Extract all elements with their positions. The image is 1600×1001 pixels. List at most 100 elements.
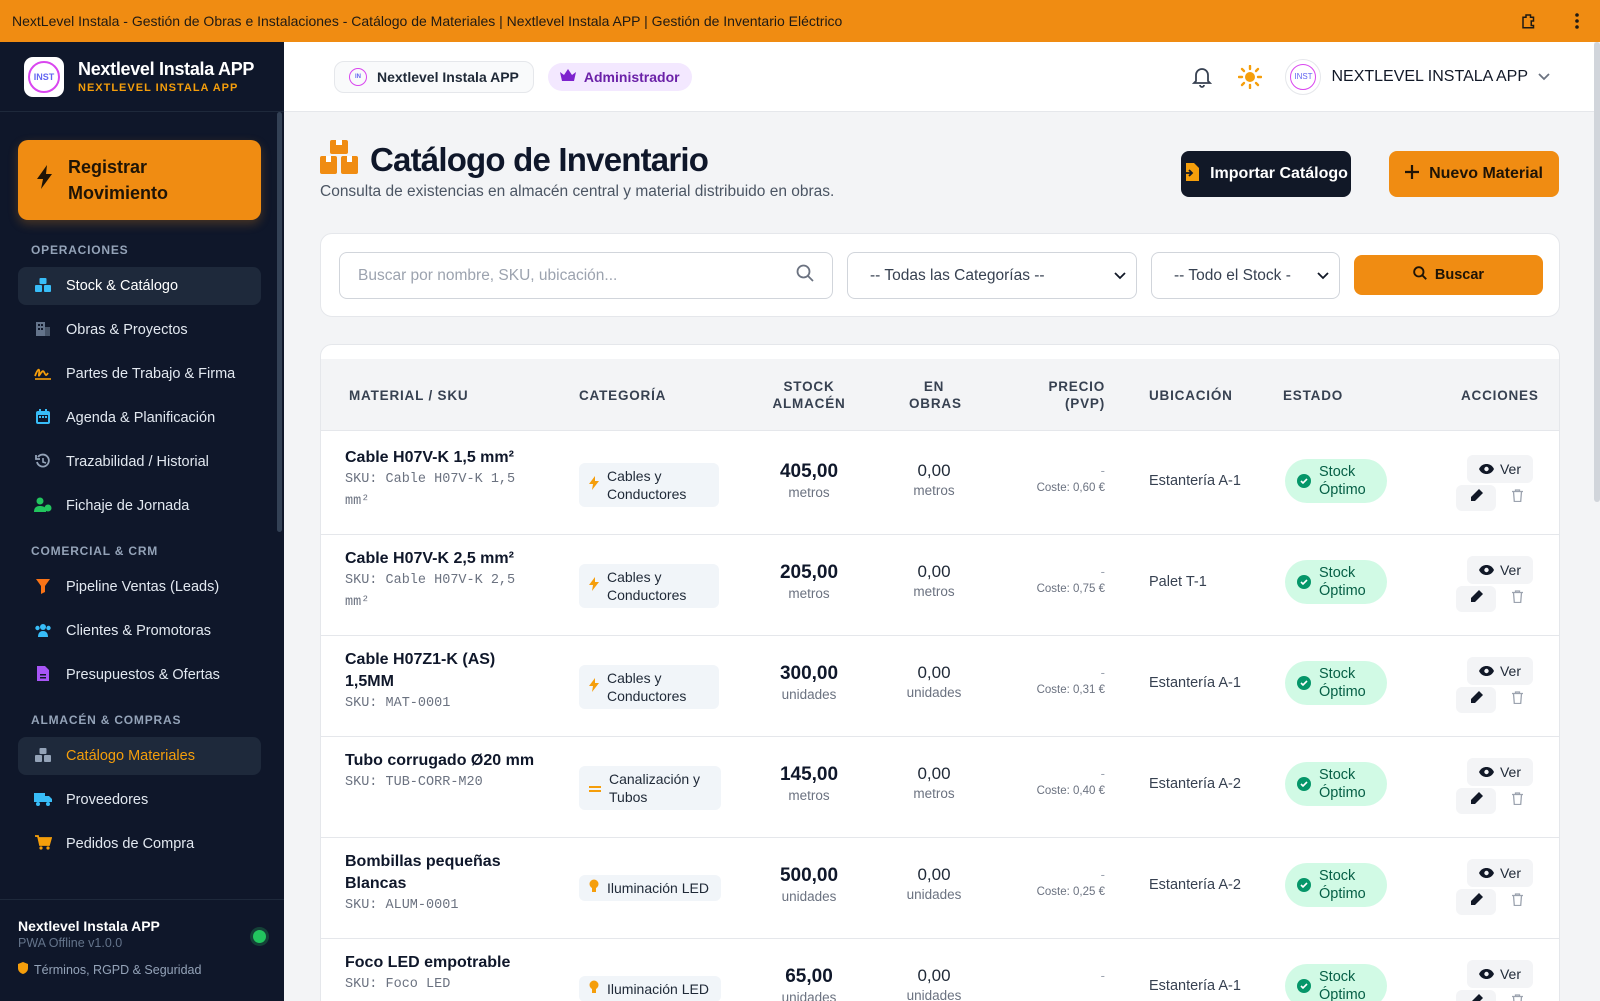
view-button[interactable]: Ver bbox=[1466, 556, 1533, 584]
sidebar-item-obras[interactable]: Obras & Proyectos bbox=[18, 311, 261, 349]
status-badge: Stock Óptimo bbox=[1285, 459, 1387, 503]
col-status[interactable]: ESTADO bbox=[1283, 387, 1343, 404]
eye-icon bbox=[1478, 663, 1494, 679]
sidebar-item-label: Presupuestos & Ofertas bbox=[66, 667, 220, 683]
footer-app-name: Nextlevel Instala APP bbox=[18, 918, 160, 934]
search-field[interactable] bbox=[339, 252, 833, 299]
status-badge: Stock Óptimo bbox=[1285, 964, 1387, 1001]
edit-button[interactable] bbox=[1456, 788, 1496, 814]
sidebar-item-partes[interactable]: Partes de Trabajo & Firma bbox=[18, 355, 261, 393]
sidebar-scrollbar[interactable] bbox=[277, 112, 282, 532]
material-name[interactable]: Cable H07V-K 2,5 mm² bbox=[345, 548, 535, 570]
price-value: - bbox=[1100, 665, 1105, 680]
delete-button[interactable] bbox=[1507, 487, 1527, 509]
col-actions: ACCIONES bbox=[1461, 388, 1539, 403]
status-badge: Stock Óptimo bbox=[1285, 661, 1387, 705]
category-label: Cables y Conductores bbox=[607, 569, 687, 603]
delete-button[interactable] bbox=[1507, 588, 1527, 610]
register-movement-button[interactable]: Registrar Movimiento bbox=[18, 140, 261, 220]
material-sku: SKU: ALUM-0001 bbox=[345, 898, 459, 913]
sidebar-item-label: Fichaje de Jornada bbox=[66, 498, 190, 514]
location-value: Estantería A-1 bbox=[1149, 978, 1241, 994]
col-category[interactable]: CATEGORÍA bbox=[579, 387, 666, 404]
sidebar-item-catalogo[interactable]: Catálogo Materiales bbox=[18, 737, 261, 775]
user-menu[interactable]: INST NEXTLEVEL INSTALA APP bbox=[1285, 58, 1550, 95]
obras-value: 0,00 bbox=[917, 663, 951, 682]
stock-unit: unidades bbox=[781, 687, 837, 702]
table-row[interactable]: Cable H07V-K 1,5 mm² SKU: Cable H07V-K 1,… bbox=[321, 431, 1559, 535]
delete-button[interactable] bbox=[1507, 790, 1527, 812]
sidebar-item-stock[interactable]: Stock & Catálogo bbox=[18, 267, 261, 305]
page-scrollbar[interactable] bbox=[1594, 42, 1600, 502]
price-value: - bbox=[1100, 968, 1105, 983]
material-name[interactable]: Foco LED empotrable bbox=[345, 952, 535, 974]
view-button[interactable]: Ver bbox=[1466, 657, 1533, 685]
stock-select[interactable]: -- Todo el Stock - bbox=[1151, 252, 1340, 299]
table-row[interactable]: Cable H07Z1-K (AS) 1,5MM SKU: MAT-0001 Cab… bbox=[321, 633, 1559, 737]
delete-button[interactable] bbox=[1507, 992, 1527, 1001]
col-material[interactable]: MATERIAL / SKU bbox=[349, 387, 468, 404]
material-name[interactable]: Cable H07V-K 1,5 mm² bbox=[345, 447, 535, 469]
sidebar-footer: Nextlevel Instala APP PWA Offline v1.0.0… bbox=[0, 899, 284, 1001]
history-icon bbox=[34, 453, 52, 472]
sidebar-item-trazabilidad[interactable]: Trazabilidad / Historial bbox=[18, 443, 261, 481]
more-options-icon[interactable] bbox=[1566, 10, 1588, 32]
category-label: Canalización y Tubos bbox=[609, 771, 701, 805]
search-input[interactable] bbox=[358, 266, 778, 285]
sun-icon[interactable] bbox=[1237, 64, 1263, 90]
import-catalog-button[interactable]: Importar Catálogo bbox=[1181, 151, 1351, 197]
stock-unit: unidades bbox=[781, 889, 837, 904]
sidebar-item-clientes[interactable]: Clientes & Promotoras bbox=[18, 612, 261, 650]
app-chip-label: Nextlevel Instala APP bbox=[377, 68, 519, 85]
view-button[interactable]: Ver bbox=[1466, 859, 1533, 887]
material-name[interactable]: Cable H07Z1-K (AS) 1,5MM bbox=[345, 649, 535, 693]
shield-icon bbox=[18, 962, 28, 977]
table-row[interactable]: Tubo corrugado Ø20 mm SKU: TUB-CORR-M20 Ca… bbox=[321, 734, 1559, 838]
eye-icon bbox=[1478, 461, 1494, 477]
sidebar-item-fichaje[interactable]: Fichaje de Jornada bbox=[18, 487, 261, 525]
extensions-icon[interactable] bbox=[1518, 10, 1540, 32]
search-button[interactable]: Buscar bbox=[1354, 255, 1543, 295]
category-select[interactable]: -- Todas las Categorías -- bbox=[847, 252, 1137, 299]
col-obras[interactable]: EN OBRAS bbox=[909, 378, 961, 412]
sidebar-item-agenda[interactable]: Agenda & Planificación bbox=[18, 399, 261, 437]
check-circle-icon bbox=[1297, 979, 1311, 993]
pencil-icon bbox=[1470, 590, 1483, 608]
sidebar-item-label: Agenda & Planificación bbox=[66, 410, 216, 426]
sidebar-item-proveedores[interactable]: Proveedores bbox=[18, 781, 261, 819]
edit-button[interactable] bbox=[1456, 990, 1496, 1001]
pipe-icon bbox=[589, 779, 601, 797]
table-row[interactable]: Bombillas pequeñas Blancas SKU: ALUM-0001… bbox=[321, 835, 1559, 939]
avatar: INST bbox=[1285, 58, 1322, 95]
delete-button[interactable] bbox=[1507, 689, 1527, 711]
table-row[interactable]: Cable H07V-K 2,5 mm² SKU: Cable H07V-K 2,… bbox=[321, 532, 1559, 636]
col-stock[interactable]: STOCK ALMACÉN bbox=[769, 378, 849, 412]
view-button[interactable]: Ver bbox=[1466, 455, 1533, 483]
sidebar-item-pipeline[interactable]: Pipeline Ventas (Leads) bbox=[18, 568, 261, 606]
col-price[interactable]: PRECIO (PVP) bbox=[1035, 378, 1105, 412]
trash-icon bbox=[1511, 489, 1523, 507]
edit-button[interactable] bbox=[1456, 889, 1496, 915]
pencil-icon bbox=[1470, 792, 1483, 810]
edit-button[interactable] bbox=[1456, 485, 1496, 511]
edit-button[interactable] bbox=[1456, 687, 1496, 713]
delete-button[interactable] bbox=[1507, 891, 1527, 913]
view-button[interactable]: Ver bbox=[1466, 960, 1533, 988]
new-material-button[interactable]: Nuevo Material bbox=[1389, 151, 1559, 197]
bell-icon[interactable] bbox=[1189, 64, 1215, 90]
legal-link[interactable]: Términos, RGPD & Seguridad bbox=[18, 962, 266, 977]
online-status-indicator bbox=[253, 930, 266, 943]
view-button[interactable]: Ver bbox=[1466, 758, 1533, 786]
sidebar-brand[interactable]: INST Nextlevel Instala APP NEXTLEVEL INS… bbox=[0, 42, 284, 112]
material-name[interactable]: Bombillas pequeñas Blancas bbox=[345, 851, 535, 895]
sidebar-item-pedidos[interactable]: Pedidos de Compra bbox=[18, 825, 261, 863]
app-chip[interactable]: IN Nextlevel Instala APP bbox=[334, 60, 534, 93]
edit-button[interactable] bbox=[1456, 586, 1496, 612]
col-location[interactable]: UBICACIÓN bbox=[1149, 387, 1233, 404]
sidebar-item-label: Proveedores bbox=[66, 792, 149, 808]
location-value: Estantería A-2 bbox=[1149, 776, 1241, 792]
sidebar-item-presupuestos[interactable]: Presupuestos & Ofertas bbox=[18, 656, 261, 694]
category-label: Cables y Conductores bbox=[607, 670, 687, 704]
table-row[interactable]: Foco LED empotrable SKU: Foco LED Iluminac… bbox=[321, 936, 1559, 1001]
material-name[interactable]: Tubo corrugado Ø20 mm bbox=[345, 750, 535, 772]
